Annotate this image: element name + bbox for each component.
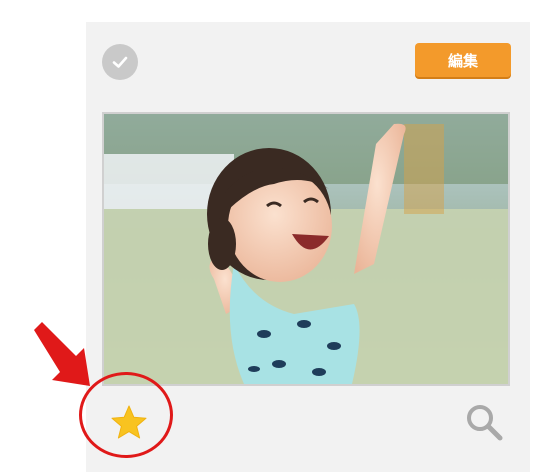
magnifier-icon xyxy=(467,405,503,441)
photo-card: 編集 xyxy=(86,22,530,472)
select-check-button[interactable] xyxy=(102,44,138,80)
zoom-button[interactable] xyxy=(462,400,506,444)
edit-button[interactable]: 編集 xyxy=(415,43,511,77)
favorite-star-button[interactable] xyxy=(108,402,150,442)
star-icon xyxy=(111,405,147,439)
check-icon xyxy=(112,56,128,68)
photo-image xyxy=(104,114,508,384)
child-photo[interactable] xyxy=(102,112,510,386)
